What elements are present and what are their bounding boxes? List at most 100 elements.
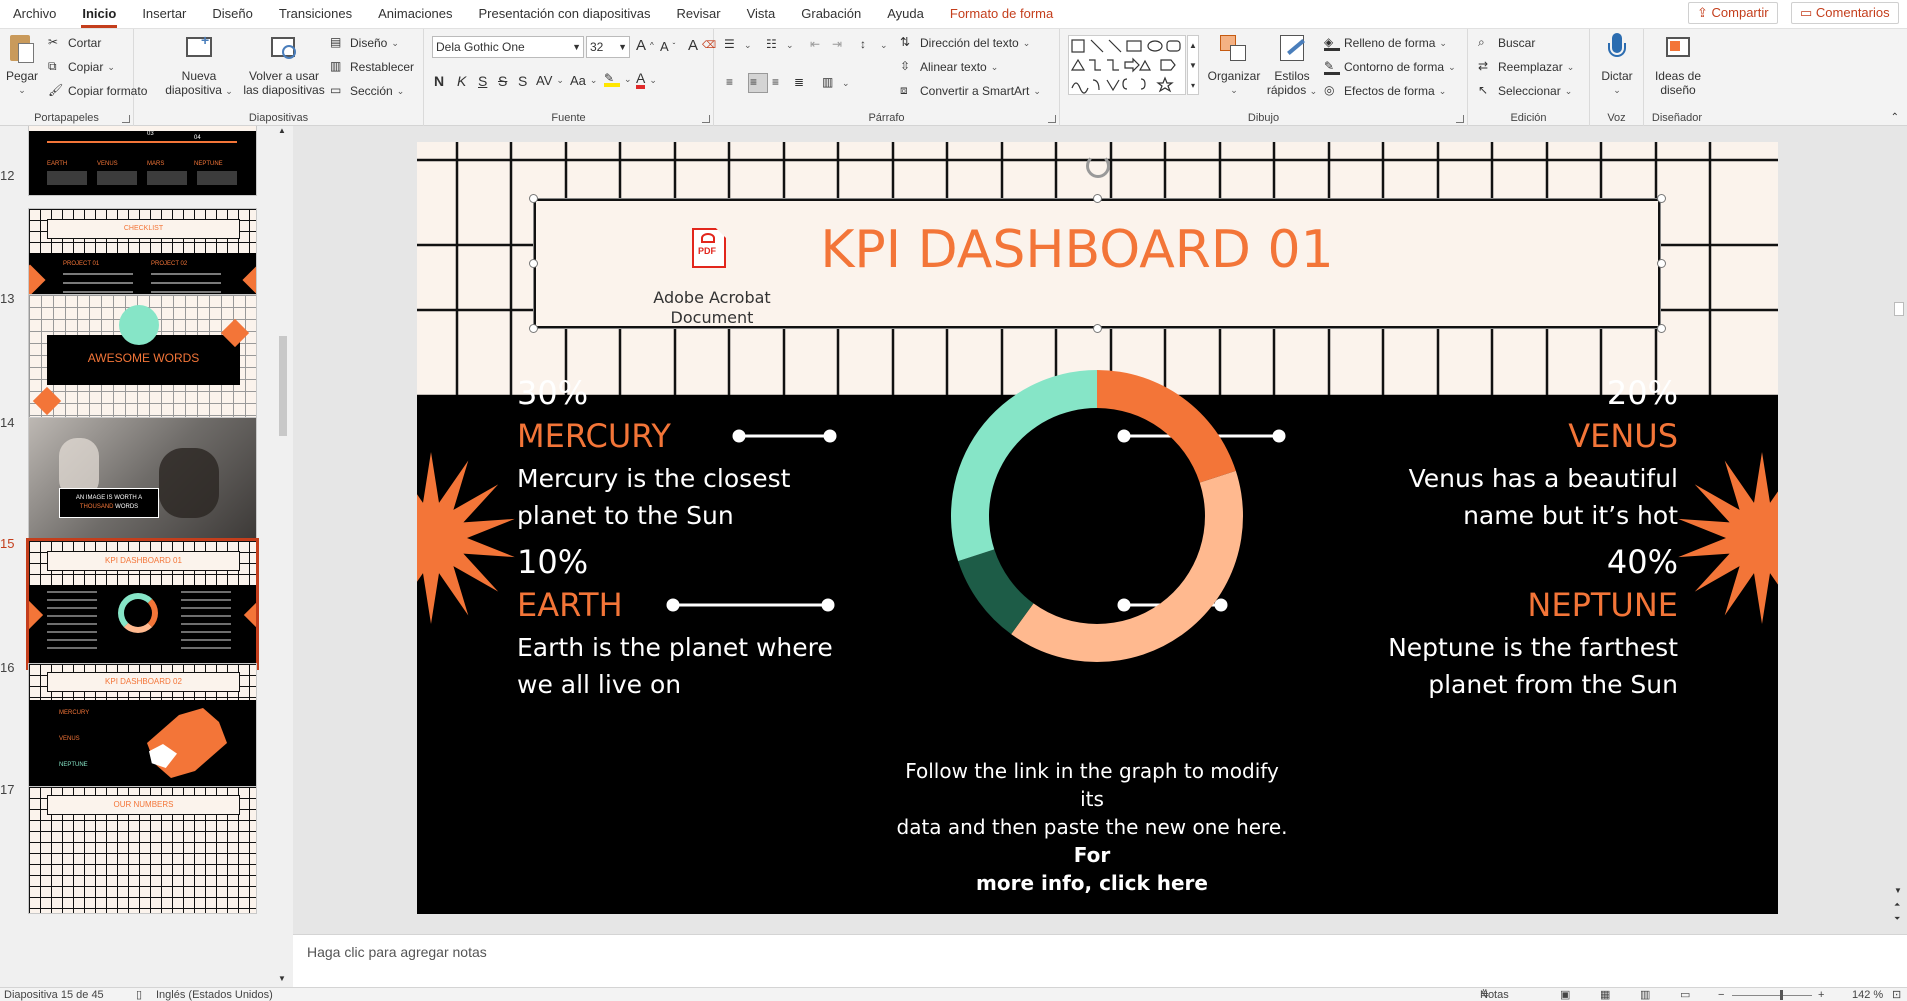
shape-fill-button[interactable]: ◈ Relleno de forma ⌄ bbox=[1324, 35, 1447, 51]
tab-insertar[interactable]: Insertar bbox=[129, 0, 199, 28]
text-direction-button[interactable]: ⇅ Dirección del texto ⌄ bbox=[900, 35, 1030, 51]
drawing-launcher[interactable] bbox=[1456, 115, 1464, 123]
slideshow-icon[interactable]: ▭ bbox=[1680, 988, 1690, 1001]
shape-effects-button[interactable]: ◎ Efectos de forma ⌄ bbox=[1324, 83, 1446, 99]
justify-button[interactable]: ≣ bbox=[794, 75, 810, 91]
slide-thumbnail-14[interactable]: AN IMAGE IS WORTH A THOUSAND WORDS bbox=[28, 417, 257, 545]
shape-outline-button[interactable]: ✎ Contorno de forma ⌄ bbox=[1324, 59, 1456, 75]
design-ideas-button[interactable]: Ideas de diseño bbox=[1648, 33, 1708, 97]
line-spacing-button[interactable]: ↕ ⌄ bbox=[860, 37, 888, 53]
paragraph-launcher[interactable] bbox=[1048, 115, 1056, 123]
collapse-ribbon-icon[interactable]: ⌃ bbox=[1891, 112, 1899, 123]
slide-thumbnail-13[interactable]: AWESOME WORDS bbox=[28, 294, 257, 422]
align-left-button[interactable]: ≡ bbox=[726, 75, 742, 91]
italic-button[interactable]: K bbox=[457, 73, 466, 89]
share-button[interactable]: ⇪ Compartir bbox=[1688, 2, 1778, 24]
bold-button[interactable]: N bbox=[434, 73, 444, 89]
section-button[interactable]: ▭ Sección ⌄ bbox=[330, 83, 404, 99]
quick-styles-button[interactable]: Estilos rápidos ⌄ bbox=[1266, 33, 1318, 98]
tab-transiciones[interactable]: Transiciones bbox=[266, 0, 365, 28]
language-indicator[interactable]: Inglés (Estados Unidos) bbox=[156, 988, 273, 1001]
slide-thumbnail-16[interactable]: KPI DASHBOARD 02 MERCURY VENUS NEPTUNE bbox=[28, 663, 257, 791]
scroll-down-icon[interactable]: ▼ bbox=[1894, 886, 1902, 895]
zoom-slider[interactable] bbox=[1732, 995, 1812, 996]
highlight-button[interactable]: ✎ ⌄ bbox=[604, 71, 632, 87]
notes-placeholder[interactable]: Haga clic para agregar notas bbox=[307, 944, 487, 960]
previous-slide-icon[interactable]: ⏶ bbox=[1894, 900, 1900, 910]
shrink-font-button[interactable]: Aˇ bbox=[660, 39, 675, 54]
slide-sorter-icon[interactable]: ▦ bbox=[1600, 988, 1610, 1001]
donut-slice-neptune[interactable] bbox=[1011, 470, 1243, 662]
tab-archivo[interactable]: Archivo bbox=[0, 0, 69, 28]
shadow-button[interactable]: S bbox=[518, 73, 527, 89]
align-right-button[interactable]: ≡ bbox=[772, 75, 788, 91]
info-bold-1[interactable]: For bbox=[1074, 843, 1110, 867]
donut-slice-mercury[interactable] bbox=[951, 370, 1097, 562]
reading-view-icon[interactable]: ▥ bbox=[1640, 988, 1650, 1001]
font-size-select[interactable]: 32 ▼ bbox=[586, 36, 630, 58]
scroll-down-icon[interactable]: ▼ bbox=[278, 974, 286, 983]
fit-to-window-icon[interactable]: ⊡ bbox=[1892, 988, 1901, 1001]
clear-format-button[interactable]: A ⌫ bbox=[688, 37, 716, 54]
zoom-in-icon[interactable]: + bbox=[1818, 988, 1824, 1001]
font-family-select[interactable]: Dela Gothic One ▼ bbox=[432, 36, 584, 58]
clipboard-launcher[interactable] bbox=[122, 115, 130, 123]
align-text-button[interactable]: ⇳ Alinear texto ⌄ bbox=[900, 59, 998, 75]
layout-button[interactable]: ▤ Diseño ⌄ bbox=[330, 35, 399, 51]
tab-vista[interactable]: Vista bbox=[734, 0, 789, 28]
scroll-up-icon[interactable]: ▲ bbox=[278, 126, 286, 135]
notes-pane[interactable]: Haga clic para agregar notas bbox=[293, 934, 1907, 987]
zoom-slider-thumb[interactable] bbox=[1780, 990, 1783, 1000]
slide-thumbnail-17[interactable]: OUR NUMBERS bbox=[28, 786, 257, 914]
shapes-gallery[interactable] bbox=[1068, 35, 1186, 95]
columns-button[interactable]: ▥ ⌄ bbox=[822, 75, 850, 91]
find-button[interactable]: ⌕ Buscar bbox=[1478, 35, 1535, 51]
thumbnail-scroll-thumb[interactable] bbox=[279, 336, 287, 436]
decrease-indent-button[interactable]: ⇤ bbox=[810, 37, 826, 53]
zoom-level[interactable]: 142 % bbox=[1852, 988, 1883, 1001]
font-color-button[interactable]: A ⌄ bbox=[636, 71, 657, 89]
slide-scroll-thumb[interactable] bbox=[1894, 302, 1904, 316]
donut-chart[interactable] bbox=[951, 370, 1243, 662]
slide-thumbnail-15[interactable]: KPI DASHBOARD 01 bbox=[26, 538, 259, 670]
normal-view-icon[interactable]: ▣ bbox=[1560, 988, 1570, 1001]
smartart-button[interactable]: ⧈ Convertir a SmartArt ⌄ bbox=[900, 83, 1041, 99]
grow-font-button[interactable]: A ^ bbox=[636, 37, 654, 54]
numbering-button[interactable]: ☷ ⌄ bbox=[766, 37, 794, 53]
strikethrough-button[interactable]: S bbox=[498, 73, 507, 89]
reset-button[interactable]: ▥ Restablecer bbox=[330, 59, 414, 75]
tab-presentacion[interactable]: Presentación con diapositivas bbox=[466, 0, 664, 28]
select-button[interactable]: ↖ Seleccionar ⌄ bbox=[1478, 83, 1572, 99]
thumbnail-scrollbar[interactable]: ▲ ▼ bbox=[276, 126, 290, 987]
new-slide-button[interactable]: + Nueva diapositiva ⌄ bbox=[164, 33, 234, 98]
align-center-button[interactable]: ≡ bbox=[748, 73, 768, 93]
cut-button[interactable]: ✂ Cortar bbox=[48, 35, 101, 51]
paste-button[interactable]: Pegar ⌄ bbox=[4, 33, 40, 97]
info-link[interactable]: more info, click here bbox=[976, 871, 1208, 895]
tab-inicio[interactable]: Inicio bbox=[69, 0, 129, 28]
accessibility-icon[interactable]: ▯ bbox=[136, 988, 142, 1001]
copy-button[interactable]: ⧉ Copiar ⌄ bbox=[48, 59, 115, 75]
font-launcher[interactable] bbox=[702, 115, 710, 123]
reuse-slides-button[interactable]: Volver a usar las diapositivas bbox=[242, 33, 326, 97]
slide-scrollbar[interactable]: ▼ ⏶ ⏷ bbox=[1890, 126, 1907, 934]
underline-button[interactable]: S bbox=[478, 73, 487, 89]
tab-grabacion[interactable]: Grabación bbox=[788, 0, 874, 28]
tab-formato-de-forma[interactable]: Formato de forma bbox=[937, 0, 1066, 28]
tab-ayuda[interactable]: Ayuda bbox=[874, 0, 937, 28]
bullets-button[interactable]: ☰ ⌄ bbox=[724, 37, 752, 53]
format-painter-button[interactable]: 🖌 Copiar formato bbox=[48, 83, 147, 99]
comments-button[interactable]: ▭ Comentarios bbox=[1791, 2, 1899, 24]
tab-revisar[interactable]: Revisar bbox=[664, 0, 734, 28]
replace-button[interactable]: ⇄ Reemplazar ⌄ bbox=[1478, 59, 1574, 75]
tab-diseno[interactable]: Diseño bbox=[199, 0, 265, 28]
shapes-gallery-scroll[interactable]: ▲ ▼ ▾ bbox=[1187, 35, 1199, 95]
zoom-out-icon[interactable]: − bbox=[1718, 988, 1724, 1001]
donut-slice-venus[interactable] bbox=[1097, 370, 1236, 483]
change-case-button[interactable]: Aa ⌄ bbox=[570, 73, 597, 88]
next-slide-icon[interactable]: ⏷ bbox=[1894, 914, 1900, 924]
dictate-button[interactable]: Dictar ⌄ bbox=[1594, 33, 1640, 97]
slide-thumbnail-11[interactable]: 03 04 EARTH VENUS MARS NEPTUNE bbox=[28, 126, 257, 196]
tab-animaciones[interactable]: Animaciones bbox=[365, 0, 465, 28]
current-slide[interactable]: PDF Adobe Acrobat Document KPI DASHBOARD… bbox=[417, 142, 1778, 914]
